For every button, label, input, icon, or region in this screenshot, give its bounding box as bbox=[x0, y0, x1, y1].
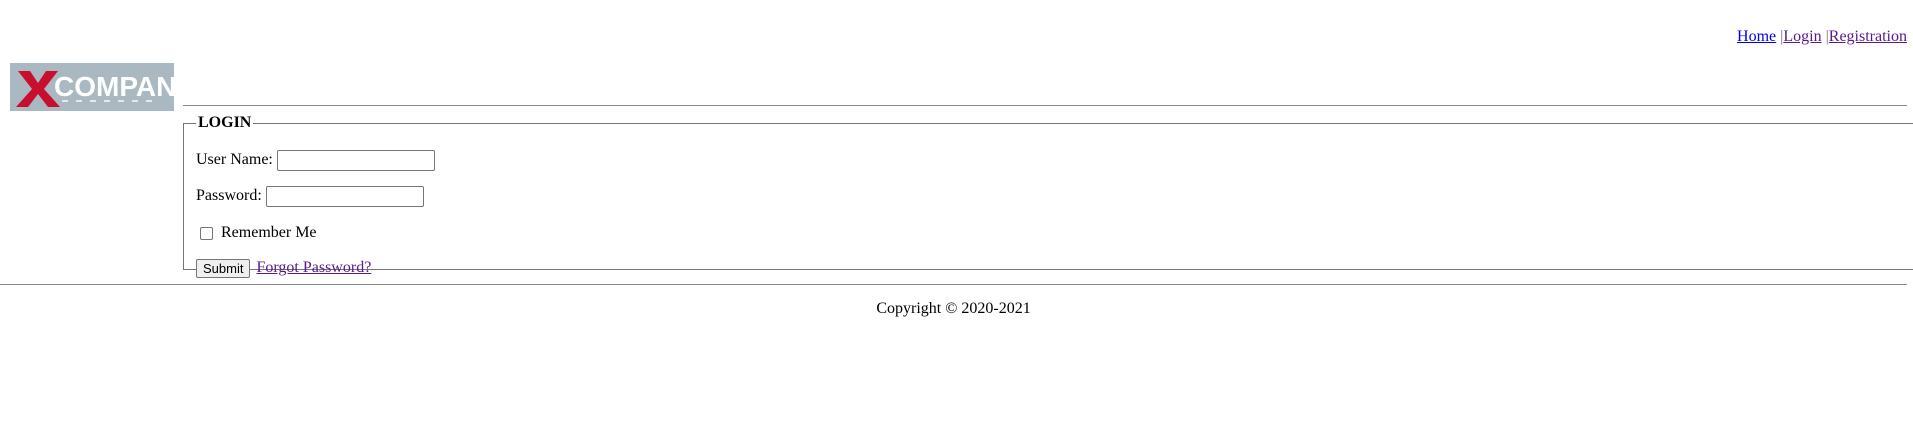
nav-link-registration[interactable]: Registration bbox=[1829, 28, 1907, 45]
logo-graphic: COMPANY bbox=[10, 63, 174, 111]
password-input[interactable] bbox=[265, 186, 424, 207]
login-fieldset: LOGIN User Name: Password: Remember Me S… bbox=[183, 114, 1913, 278]
page: COMPANY Home |Login |Registration LOGIN … bbox=[0, 0, 1913, 439]
password-label: Password: bbox=[196, 187, 262, 205]
remember-me-checkbox[interactable] bbox=[200, 226, 213, 240]
remember-me-label: Remember Me bbox=[221, 224, 317, 241]
top-nav: Home |Login |Registration bbox=[1737, 28, 1907, 46]
remember-row: Remember Me bbox=[196, 224, 317, 242]
footer-copyright: Copyright © 2020-2021 bbox=[876, 300, 1031, 317]
login-legend: LOGIN bbox=[198, 114, 252, 131]
username-label: User Name: bbox=[196, 151, 273, 169]
username-row: User Name: bbox=[196, 150, 435, 171]
password-row: Password: bbox=[196, 186, 424, 207]
footer-divider bbox=[0, 284, 1907, 285]
forgot-password-link[interactable]: Forgot Password? bbox=[256, 259, 371, 276]
company-logo: COMPANY bbox=[10, 63, 174, 111]
username-input[interactable] bbox=[276, 150, 435, 171]
logo-text: COMPANY bbox=[54, 71, 174, 102]
header-divider bbox=[183, 105, 1907, 106]
submit-button[interactable]: Submit bbox=[196, 259, 251, 278]
nav-link-login[interactable]: Login bbox=[1783, 28, 1821, 45]
actions-row: Submit Forgot Password? bbox=[196, 259, 371, 278]
nav-link-home[interactable]: Home bbox=[1737, 28, 1776, 45]
